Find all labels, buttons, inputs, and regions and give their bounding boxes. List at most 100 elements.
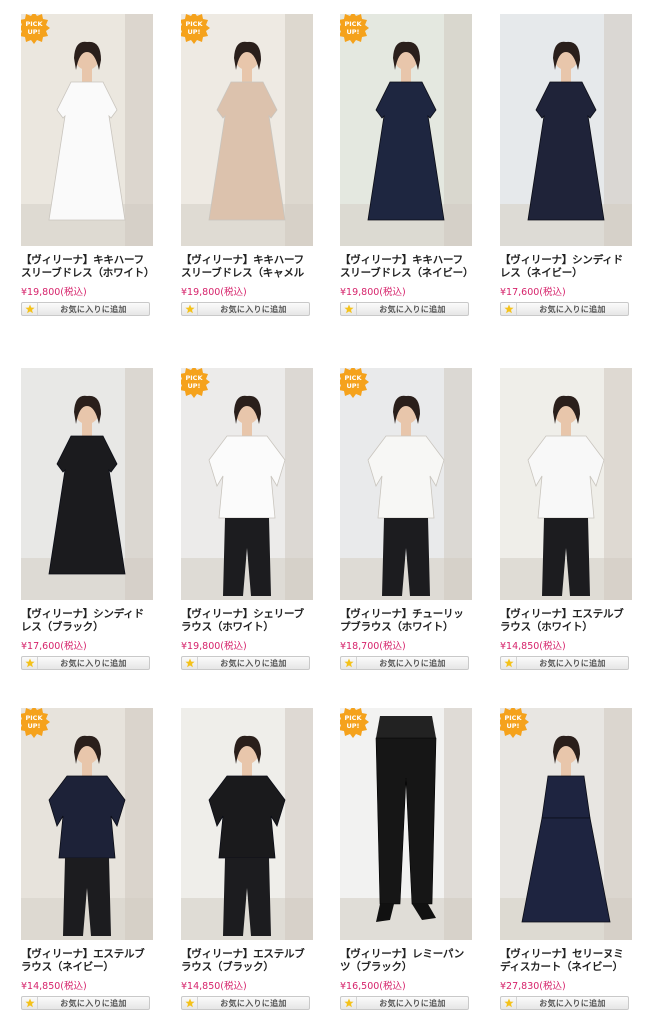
add-to-favorites-label: お気に入りに追加 bbox=[220, 658, 287, 668]
product-name[interactable]: 【ヴィリーナ】チューリップブラウス（ホワイト） bbox=[340, 608, 472, 634]
star-icon bbox=[22, 657, 38, 669]
product-card[interactable]: 【ヴィリーナ】シンディドレス（ネイビー） ¥17,600(税込) お気に入りに追加 bbox=[500, 14, 632, 316]
star-icon bbox=[22, 303, 38, 315]
add-to-favorites-button[interactable]: お気に入りに追加 bbox=[181, 656, 310, 670]
product-name[interactable]: 【ヴィリーナ】キキハーフスリーブドレス（ホワイト） bbox=[21, 254, 153, 280]
product-price: ¥18,700(税込) bbox=[340, 641, 406, 652]
svg-text:UP!: UP! bbox=[506, 722, 519, 730]
pickup-badge-icon: PICK UP! bbox=[21, 14, 50, 44]
add-to-favorites-button[interactable]: お気に入りに追加 bbox=[340, 656, 469, 670]
product-price: ¥17,600(税込) bbox=[21, 641, 87, 652]
add-to-favorites-label: お気に入りに追加 bbox=[379, 658, 446, 668]
product-name[interactable]: 【ヴィリーナ】キキハーフスリーブドレス（キャメルベージュ） bbox=[181, 254, 313, 280]
add-to-favorites-button[interactable]: お気に入りに追加 bbox=[340, 996, 469, 1010]
product-price: ¥14,850(税込) bbox=[500, 641, 566, 652]
add-to-favorites-label: お気に入りに追加 bbox=[220, 998, 287, 1008]
star-icon bbox=[182, 657, 198, 669]
product-image[interactable]: PICK UP! bbox=[500, 708, 632, 940]
product-name[interactable]: 【ヴィリーナ】セリーヌミディスカート（ネイビー） bbox=[500, 948, 632, 974]
star-icon bbox=[22, 997, 38, 1009]
product-card[interactable]: 【ヴィリーナ】エステルブラウス（ブラック） ¥14,850(税込) お気に入りに追… bbox=[181, 708, 313, 1010]
product-name[interactable]: 【ヴィリーナ】シンディドレス（ブラック） bbox=[21, 608, 153, 634]
add-to-favorites-label: お気に入りに追加 bbox=[220, 304, 287, 314]
product-name[interactable]: 【ヴィリーナ】キキハーフスリーブドレス（ネイビー） bbox=[340, 254, 472, 280]
add-to-favorites-button[interactable]: お気に入りに追加 bbox=[500, 656, 629, 670]
star-icon bbox=[501, 997, 517, 1009]
add-to-favorites-label: お気に入りに追加 bbox=[60, 658, 127, 668]
pickup-badge-icon: PICK UP! bbox=[181, 14, 210, 44]
product-card[interactable]: PICK UP! 【ヴィリーナ】シェリーブラウス（ホワイト） ¥19,800(税込… bbox=[181, 368, 313, 670]
star-icon bbox=[341, 997, 357, 1009]
product-image[interactable] bbox=[181, 708, 313, 940]
add-to-favorites-button[interactable]: お気に入りに追加 bbox=[500, 302, 629, 316]
svg-text:PICK: PICK bbox=[345, 714, 363, 722]
product-card[interactable]: PICK UP! 【ヴィリーナ】セリーヌミディスカート（ネイビー） ¥27,830… bbox=[500, 708, 632, 1010]
product-grid: PICK UP! 【ヴィリーナ】キキハーフスリーブドレス（ホワイト） ¥19,80… bbox=[0, 0, 656, 1024]
add-to-favorites-label: お気に入りに追加 bbox=[539, 998, 606, 1008]
product-price: ¥19,800(税込) bbox=[181, 287, 247, 298]
product-name[interactable]: 【ヴィリーナ】レミーパンツ（ブラック） bbox=[340, 948, 472, 974]
product-card[interactable]: PICK UP! 【ヴィリーナ】エステルブラウス（ネイビー） ¥14,850(税込… bbox=[21, 708, 153, 1010]
product-image[interactable]: PICK UP! bbox=[340, 368, 472, 600]
product-name[interactable]: 【ヴィリーナ】シンディドレス（ネイビー） bbox=[500, 254, 632, 280]
product-name[interactable]: 【ヴィリーナ】シェリーブラウス（ホワイト） bbox=[181, 608, 313, 634]
product-image[interactable]: PICK UP! bbox=[21, 14, 153, 246]
svg-text:UP!: UP! bbox=[187, 382, 200, 390]
add-to-favorites-label: お気に入りに追加 bbox=[379, 998, 446, 1008]
add-to-favorites-label: お気に入りに追加 bbox=[379, 304, 446, 314]
star-icon bbox=[341, 303, 357, 315]
add-to-favorites-button[interactable]: お気に入りに追加 bbox=[500, 996, 629, 1010]
svg-text:PICK: PICK bbox=[26, 20, 44, 28]
svg-text:UP!: UP! bbox=[187, 28, 200, 36]
product-image[interactable] bbox=[500, 14, 632, 246]
svg-text:PICK: PICK bbox=[26, 714, 44, 722]
svg-text:UP!: UP! bbox=[346, 382, 359, 390]
star-icon bbox=[501, 657, 517, 669]
product-card[interactable]: PICK UP! 【ヴィリーナ】チューリップブラウス（ホワイト） ¥18,700(… bbox=[340, 368, 472, 670]
svg-text:PICK: PICK bbox=[345, 20, 363, 28]
product-image[interactable]: PICK UP! bbox=[340, 14, 472, 246]
add-to-favorites-button[interactable]: お気に入りに追加 bbox=[181, 302, 310, 316]
add-to-favorites-button[interactable]: お気に入りに追加 bbox=[181, 996, 310, 1010]
add-to-favorites-button[interactable]: お気に入りに追加 bbox=[21, 656, 150, 670]
star-icon bbox=[182, 303, 198, 315]
pickup-badge-icon: PICK UP! bbox=[500, 708, 529, 738]
product-image[interactable]: PICK UP! bbox=[340, 708, 472, 940]
product-price: ¥14,850(税込) bbox=[21, 981, 87, 992]
add-to-favorites-label: お気に入りに追加 bbox=[539, 304, 606, 314]
product-image[interactable]: PICK UP! bbox=[21, 708, 153, 940]
product-image[interactable] bbox=[21, 368, 153, 600]
product-price: ¥16,500(税込) bbox=[340, 981, 406, 992]
product-image[interactable]: PICK UP! bbox=[181, 368, 313, 600]
svg-text:PICK: PICK bbox=[186, 20, 204, 28]
product-price: ¥19,800(税込) bbox=[340, 287, 406, 298]
product-image[interactable] bbox=[500, 368, 632, 600]
product-card[interactable]: 【ヴィリーナ】シンディドレス（ブラック） ¥17,600(税込) お気に入りに追加 bbox=[21, 368, 153, 670]
add-to-favorites-button[interactable]: お気に入りに追加 bbox=[21, 302, 150, 316]
product-card[interactable]: 【ヴィリーナ】エステルブラウス（ホワイト） ¥14,850(税込) お気に入りに追… bbox=[500, 368, 632, 670]
product-name[interactable]: 【ヴィリーナ】エステルブラウス（ホワイト） bbox=[500, 608, 632, 634]
add-to-favorites-button[interactable]: お気に入りに追加 bbox=[340, 302, 469, 316]
product-card[interactable]: PICK UP! 【ヴィリーナ】レミーパンツ（ブラック） ¥16,500(税込) … bbox=[340, 708, 472, 1010]
pickup-badge-icon: PICK UP! bbox=[340, 708, 369, 738]
product-card[interactable]: PICK UP! 【ヴィリーナ】キキハーフスリーブドレス（キャメルベージュ） ¥1… bbox=[181, 14, 313, 316]
product-card[interactable]: PICK UP! 【ヴィリーナ】キキハーフスリーブドレス（ホワイト） ¥19,80… bbox=[21, 14, 153, 316]
add-to-favorites-label: お気に入りに追加 bbox=[60, 304, 127, 314]
product-name[interactable]: 【ヴィリーナ】エステルブラウス（ブラック） bbox=[181, 948, 313, 974]
star-icon bbox=[341, 657, 357, 669]
add-to-favorites-label: お気に入りに追加 bbox=[539, 658, 606, 668]
pickup-badge-icon: PICK UP! bbox=[340, 14, 369, 44]
svg-text:UP!: UP! bbox=[346, 722, 359, 730]
star-icon bbox=[501, 303, 517, 315]
svg-text:PICK: PICK bbox=[505, 714, 523, 722]
add-to-favorites-button[interactable]: お気に入りに追加 bbox=[21, 996, 150, 1010]
product-name[interactable]: 【ヴィリーナ】エステルブラウス（ネイビー） bbox=[21, 948, 153, 974]
add-to-favorites-label: お気に入りに追加 bbox=[60, 998, 127, 1008]
product-price: ¥27,830(税込) bbox=[500, 981, 566, 992]
product-image[interactable]: PICK UP! bbox=[181, 14, 313, 246]
product-card[interactable]: PICK UP! 【ヴィリーナ】キキハーフスリーブドレス（ネイビー） ¥19,80… bbox=[340, 14, 472, 316]
pickup-badge-icon: PICK UP! bbox=[181, 368, 210, 398]
product-price: ¥17,600(税込) bbox=[500, 287, 566, 298]
svg-text:PICK: PICK bbox=[345, 374, 363, 382]
svg-text:UP!: UP! bbox=[346, 28, 359, 36]
